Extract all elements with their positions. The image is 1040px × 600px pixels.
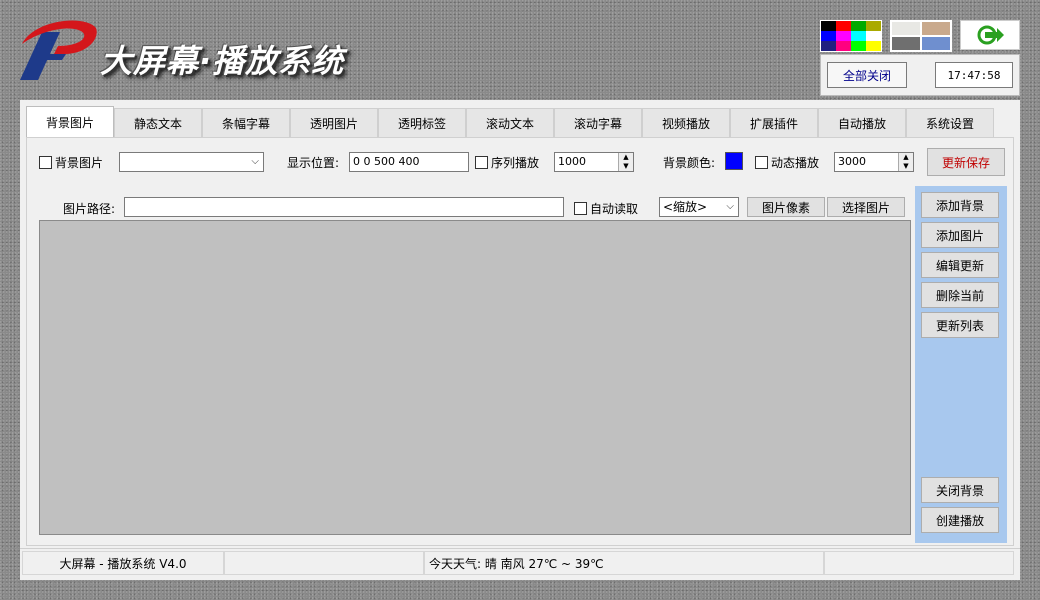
palette-color-cell xyxy=(851,31,866,41)
palette-color-cell xyxy=(866,41,881,51)
edit-update-button[interactable]: 编辑更新 xyxy=(921,252,999,278)
seq-play-label: 序列播放 xyxy=(491,156,540,170)
checkbox-box xyxy=(39,156,52,169)
image-pixel-button[interactable]: 图片像素 xyxy=(747,197,825,217)
auto-read-checkbox[interactable]: 自动读取 xyxy=(574,200,638,217)
palette-color-cell xyxy=(866,31,881,41)
top-right-panel: 全部关闭 17:47:58 xyxy=(820,18,1020,96)
tab-0[interactable]: 背景图片 xyxy=(26,106,114,138)
add-image-button[interactable]: 添加图片 xyxy=(921,222,999,248)
palette-texture-cell xyxy=(891,36,921,51)
app-logo xyxy=(14,14,100,86)
power-exit-icon xyxy=(977,25,1004,45)
tab-8[interactable]: 扩展插件 xyxy=(730,108,818,138)
app-title: 大屏幕·播放系统 xyxy=(100,42,345,80)
bg-color-label: 背景颜色: xyxy=(663,156,716,170)
tab-panel-background-image: 背景图片 ⌵ 显示位置: 0 0 500 400 序列播放 1000 ▲ ▼ 背景… xyxy=(26,137,1014,546)
tab-3[interactable]: 透明图片 xyxy=(290,108,378,138)
status-empty-cell xyxy=(224,551,424,575)
palette-texture-cell xyxy=(921,21,951,36)
tab-4[interactable]: 透明标签 xyxy=(378,108,466,138)
checkbox-box xyxy=(475,156,488,169)
stepper-arrows-icon[interactable]: ▲ ▼ xyxy=(898,153,913,171)
seq-interval-value: 1000 xyxy=(555,153,589,171)
bg-color-swatch[interactable] xyxy=(725,152,743,170)
close-background-button[interactable]: 关闭背景 xyxy=(921,477,999,503)
tab-2[interactable]: 条幅字幕 xyxy=(202,108,290,138)
add-background-button[interactable]: 添加背景 xyxy=(921,192,999,218)
checkbox-box xyxy=(755,156,768,169)
auto-read-label: 自动读取 xyxy=(590,202,639,216)
bg-image-checkbox[interactable]: 背景图片 xyxy=(39,154,103,171)
tab-6[interactable]: 滚动字幕 xyxy=(554,108,642,138)
palette-color-cell xyxy=(836,21,851,31)
image-path-input[interactable] xyxy=(124,197,564,217)
palette-color-cell xyxy=(866,21,881,31)
scale-select-value: <缩放> xyxy=(663,200,708,214)
bg-image-check-label: 背景图片 xyxy=(55,156,104,170)
palette-texture-cell xyxy=(891,21,921,36)
palette-color-cell xyxy=(851,41,866,51)
image-path-label: 图片路径: xyxy=(63,202,116,216)
seq-interval-stepper[interactable]: 1000 ▲ ▼ xyxy=(554,152,634,172)
stepper-arrows-icon[interactable]: ▲ ▼ xyxy=(618,153,633,171)
dynamic-interval-value: 3000 xyxy=(835,153,869,171)
tab-10[interactable]: 系统设置 xyxy=(906,108,994,138)
create-play-button[interactable]: 创建播放 xyxy=(921,507,999,533)
scale-select[interactable]: <缩放> ⌵ xyxy=(659,197,739,217)
tab-5[interactable]: 滚动文本 xyxy=(466,108,554,138)
tab-1[interactable]: 静态文本 xyxy=(114,108,202,138)
seq-play-checkbox[interactable]: 序列播放 xyxy=(475,154,539,171)
version-status: 大屏幕 - 播放系统 V4.0 xyxy=(22,551,224,575)
color-palette-button[interactable] xyxy=(820,20,882,52)
palette-color-cell xyxy=(821,41,836,51)
texture-palette-button[interactable] xyxy=(890,20,952,52)
side-button-panel: 添加背景 添加图片 编辑更新 删除当前 更新列表 关闭背景 创建播放 xyxy=(915,186,1007,543)
chevron-down-icon: ⌵ xyxy=(251,156,259,167)
exit-button[interactable] xyxy=(960,20,1020,50)
tab-9[interactable]: 自动播放 xyxy=(818,108,906,138)
status-empty-cell xyxy=(824,551,1014,575)
palette-color-cell xyxy=(821,21,836,31)
tab-7[interactable]: 视频播放 xyxy=(642,108,730,138)
bg-image-select[interactable]: ⌵ xyxy=(119,152,264,172)
close-all-button[interactable]: 全部关闭 xyxy=(827,62,907,88)
palette-color-cell xyxy=(821,31,836,41)
delete-current-button[interactable]: 删除当前 xyxy=(921,282,999,308)
palette-color-cell xyxy=(851,21,866,31)
display-pos-input[interactable]: 0 0 500 400 xyxy=(349,152,469,172)
palette-color-cell xyxy=(836,31,851,41)
weather-status: 今天天气: 晴 南风 27℃ ~ 39℃ xyxy=(424,551,824,575)
checkbox-box xyxy=(574,202,587,215)
refresh-list-button[interactable]: 更新列表 xyxy=(921,312,999,338)
display-pos-label: 显示位置: xyxy=(287,156,340,170)
choose-image-button[interactable]: 选择图片 xyxy=(827,197,905,217)
main-window: 背景图片 静态文本 条幅字幕 透明图片 透明标签 滚动文本 滚动字幕 视频播放 扩展插件 自动播放… xyxy=(20,100,1020,580)
palette-texture-cell xyxy=(921,36,951,51)
image-preview-area xyxy=(39,220,911,535)
update-save-button[interactable]: 更新保存 xyxy=(927,148,1005,176)
header-status-panel: 全部关闭 17:47:58 xyxy=(820,54,1020,96)
status-bar: 大屏幕 - 播放系统 V4.0 今天天气: 晴 南风 27℃ ~ 39℃ xyxy=(20,548,1020,577)
dynamic-play-checkbox[interactable]: 动态播放 xyxy=(755,154,819,171)
dynamic-play-label: 动态播放 xyxy=(771,156,820,170)
dynamic-interval-stepper[interactable]: 3000 ▲ ▼ xyxy=(834,152,914,172)
chevron-down-icon: ⌵ xyxy=(726,201,734,212)
palette-color-cell xyxy=(836,41,851,51)
tab-bar: 背景图片 静态文本 条幅字幕 透明图片 透明标签 滚动文本 滚动字幕 视频播放 扩展插件 自动播放… xyxy=(26,106,994,138)
clock-display: 17:47:58 xyxy=(935,62,1013,88)
